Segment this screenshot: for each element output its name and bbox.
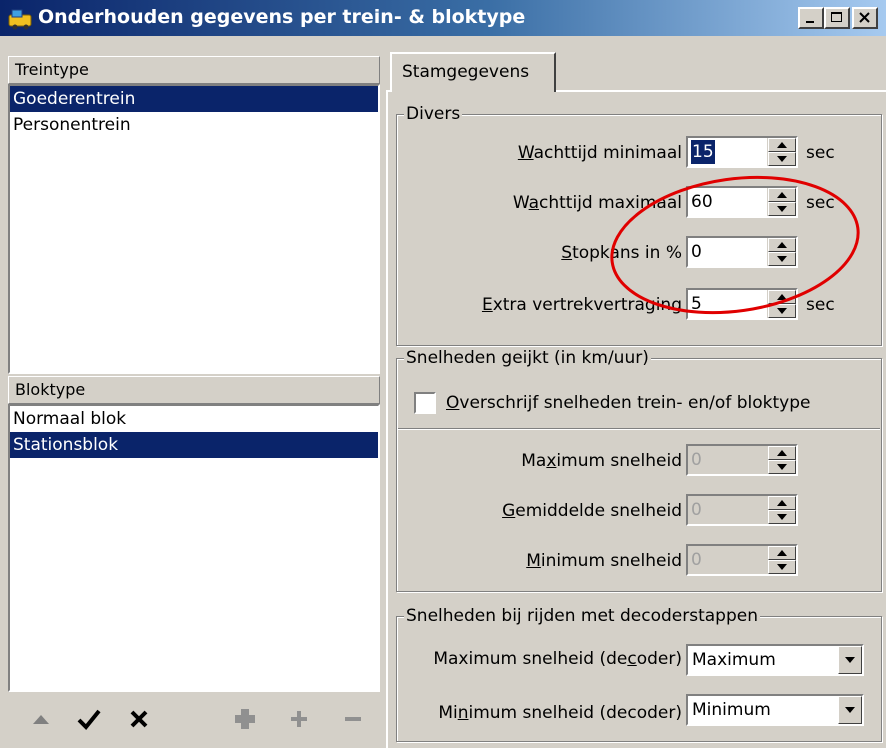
plus-icon xyxy=(291,711,307,727)
move-up-button[interactable] xyxy=(26,704,56,734)
annotation-ellipse xyxy=(610,175,860,315)
maximum-decoder-value: Maximum xyxy=(692,650,776,670)
minimum-snelheid-field[interactable]: 0 xyxy=(686,544,798,576)
separator xyxy=(398,428,880,430)
puzzle-icon xyxy=(235,709,255,729)
minimum-decoder-value: Minimum xyxy=(692,700,771,720)
window-title: Onderhouden gegevens per trein- & blokty… xyxy=(38,6,526,28)
arrow-up-icon xyxy=(33,715,49,724)
app-icon xyxy=(8,6,34,30)
close-icon xyxy=(859,12,870,23)
wachttijd-min-label: Wachttijd minimaal xyxy=(517,143,682,163)
maximize-button[interactable] xyxy=(824,7,850,29)
maximum-snelheid-field[interactable]: 0 xyxy=(686,444,798,476)
minimum-decoder-select[interactable]: Minimum xyxy=(686,694,864,726)
gemiddelde-snelheid-value: 0 xyxy=(691,500,702,520)
gemiddelde-snelheid-field[interactable]: 0 xyxy=(686,494,798,526)
close-button[interactable] xyxy=(852,7,878,29)
list-item[interactable]: Personentrein xyxy=(10,112,378,138)
divers-legend: Divers xyxy=(404,104,463,124)
minimum-snelheid-value: 0 xyxy=(691,550,702,570)
minus-icon xyxy=(345,717,361,721)
list-item[interactable]: Normaal blok xyxy=(10,406,378,432)
title-bar[interactable]: Onderhouden gegevens per trein- & blokty… xyxy=(0,0,886,36)
minimum-snelheid-label: Minimum snelheid xyxy=(526,551,682,571)
cross-icon xyxy=(130,710,148,728)
minimize-button[interactable] xyxy=(798,7,824,29)
gemiddelde-snelheid-spinner[interactable] xyxy=(767,496,796,524)
list-item[interactable]: Stationsblok xyxy=(10,432,378,458)
snelheden-decoder-legend: Snelheden bij rijden met decoderstappen xyxy=(404,606,760,626)
maximum-snelheid-spinner[interactable] xyxy=(767,446,796,474)
wachttijd-min-field[interactable]: 15 xyxy=(686,136,798,168)
bloktype-list[interactable]: Normaal blok Stationsblok xyxy=(8,404,380,692)
minimum-decoder-label: Minimum snelheid (decoder) xyxy=(438,703,682,723)
maximum-snelheid-label: Maximum snelheid xyxy=(521,451,682,471)
maximum-decoder-label: Maximum snelheid (decoder) xyxy=(433,649,682,669)
maximize-icon xyxy=(831,12,842,22)
copy-button[interactable] xyxy=(230,704,260,734)
main-window: Onderhouden gegevens per trein- & blokty… xyxy=(0,0,886,748)
wachttijd-min-spinner[interactable] xyxy=(767,138,796,166)
wachttijd-min-unit: sec xyxy=(806,143,835,163)
list-toolbar xyxy=(8,694,380,742)
minimize-icon xyxy=(806,21,814,23)
add-button[interactable] xyxy=(284,704,314,734)
bloktype-header[interactable]: Bloktype xyxy=(8,376,380,404)
overschrijf-checkbox[interactable] xyxy=(414,392,436,414)
treintype-list[interactable]: Goederentrein Personentrein xyxy=(8,84,380,374)
minimum-snelheid-spinner[interactable] xyxy=(767,546,796,574)
overschrijf-label[interactable]: Overschrijf snelheden trein- en/of blokt… xyxy=(446,388,810,418)
snelheden-geijkt-legend: Snelheden geijkt (in km/uur) xyxy=(404,348,651,368)
delete-button[interactable] xyxy=(338,704,368,734)
maximum-snelheid-value: 0 xyxy=(691,450,702,470)
maximum-decoder-select[interactable]: Maximum xyxy=(686,644,864,676)
gemiddelde-snelheid-label: Gemiddelde snelheid xyxy=(502,501,682,521)
chevron-down-icon[interactable] xyxy=(838,646,862,674)
check-icon xyxy=(77,709,101,730)
confirm-button[interactable] xyxy=(74,704,104,734)
wachttijd-min-value: 15 xyxy=(691,140,715,164)
list-item[interactable]: Goederentrein xyxy=(10,86,378,112)
treintype-header[interactable]: Treintype xyxy=(8,56,380,84)
tab-stamgegevens[interactable]: Stamgegevens xyxy=(390,52,556,92)
chevron-down-icon[interactable] xyxy=(838,696,862,724)
cancel-button[interactable] xyxy=(124,704,154,734)
